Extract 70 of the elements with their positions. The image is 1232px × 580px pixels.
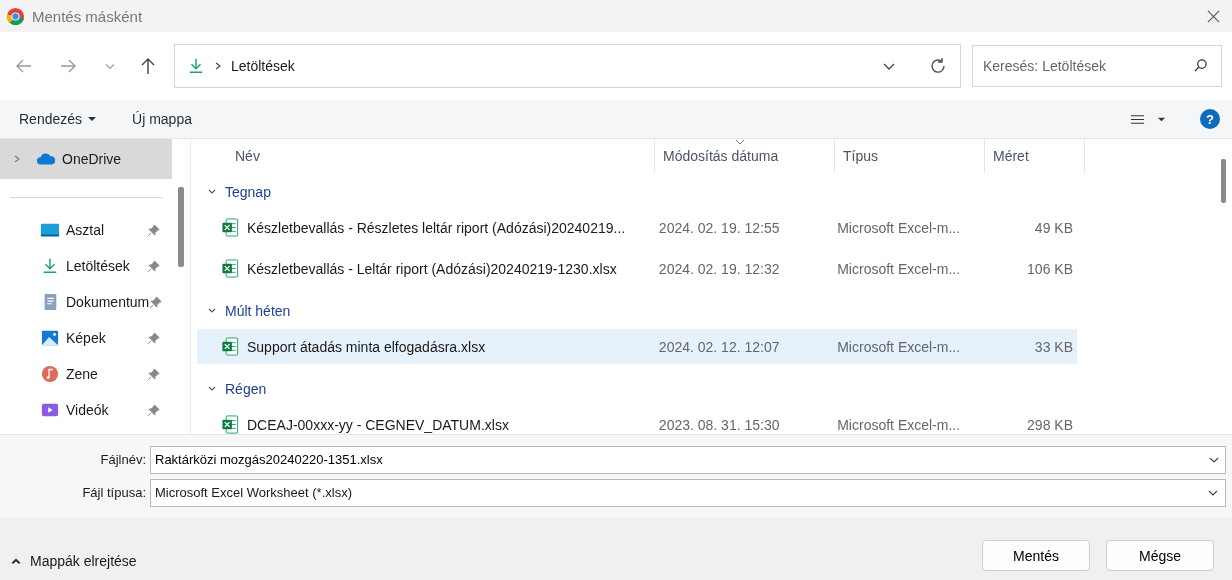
address-bar[interactable]: Letöltések <box>174 44 961 88</box>
window-title: Mentés másként <box>32 7 143 25</box>
pin-icon[interactable] <box>147 403 160 417</box>
field-label: Fájlnév: <box>99 452 147 467</box>
column-header[interactable]: Típus <box>843 148 878 164</box>
spreadsheet-file-icon <box>221 259 239 278</box>
scrollbar-thumb[interactable] <box>1221 159 1226 203</box>
column-header[interactable]: Módosítás dátuma <box>663 148 779 164</box>
modified-date: 2024. 02. 19. 12:32 <box>658 260 780 277</box>
file-size: 106 KB <box>1027 260 1073 277</box>
column-header[interactable]: Méret <box>993 148 1029 164</box>
sidebar-item[interactable]: OneDrive <box>0 139 172 179</box>
hide-folders-link[interactable]: Mappák elrejtése <box>10 552 137 569</box>
file-name: DCEAJ-00xxx-yy - CEGNEV_DATUM.xlsx <box>247 416 509 433</box>
file-name: Készletbevallás - Leltár riport (Adózási)20240219-1230.xlsx <box>247 260 617 277</box>
file-name: Készletbevallás - Részletes leltár riport (Adózási)20240219... <box>247 219 626 236</box>
modified-date: 2024. 02. 12. 12:07 <box>658 338 780 355</box>
file-size: 49 KB <box>1034 219 1073 236</box>
pin-icon[interactable] <box>147 367 160 381</box>
close-icon[interactable] <box>1207 9 1220 23</box>
file-name: Support átadás minta elfogadásra.xlsx <box>247 338 486 355</box>
pin-icon[interactable] <box>147 331 160 345</box>
sidebar-item[interactable]: Dokumentum <box>0 284 172 320</box>
search-field[interactable]: Keresés: Letöltések <box>972 45 1222 87</box>
organize-button[interactable]: Rendezés <box>8 107 108 131</box>
file-size: 33 KB <box>1034 338 1073 355</box>
file-type: Microsoft Excel-m... <box>837 416 961 433</box>
video-icon <box>40 401 60 419</box>
field-label: Fájl típusa: <box>81 485 147 500</box>
modified-date: 2024. 02. 19. 12:55 <box>658 219 780 236</box>
spreadsheet-file-icon <box>221 218 239 237</box>
refresh-icon[interactable] <box>928 56 948 76</box>
sidebar-item[interactable]: Zene <box>0 356 172 392</box>
file-row[interactable]: Készletbevallás - Leltár riport (Adózási)20240219-1230.xlsx 2024. 02. 19. 12:32 Microsoft Excel-m... 106 KB <box>197 251 1077 286</box>
group-header[interactable]: Régen <box>197 370 267 407</box>
sidebar-item[interactable]: Videók <box>0 392 172 428</box>
file-row[interactable]: DCEAJ-00xxx-yy - CEGNEV_DATUM.xlsx 2023. 08. 31. 15:30 Microsoft Excel-m... 298 KB <box>197 407 1077 442</box>
scrollbar-thumb[interactable] <box>178 187 184 267</box>
group-header[interactable]: Múlt héten <box>197 292 291 329</box>
file-row[interactable]: Készletbevallás - Részletes leltár riport (Adózási)20240219... 2024. 02. 19. 12:55 Microsoft Excel-m... 49 KB <box>197 210 1077 245</box>
sidebar-item[interactable]: Asztal <box>0 212 172 248</box>
save-button[interactable]: Mentés <box>982 540 1090 571</box>
file-type: Microsoft Excel-m... <box>837 219 961 236</box>
modified-date: 2023. 08. 31. 15:30 <box>658 416 780 433</box>
file-row[interactable]: Support átadás minta elfogadásra.xlsx 2024. 02. 12. 12:07 Microsoft Excel-m... 33 KB <box>197 329 1077 364</box>
search-icon <box>1193 58 1208 73</box>
desktop-icon <box>40 221 60 239</box>
music-note-icon <box>40 365 60 383</box>
file-type-dropdown[interactable]: Microsoft Excel Worksheet (*.xlsx) <box>150 478 1226 507</box>
sidebar-item[interactable]: Letöltések <box>0 248 172 284</box>
group-header[interactable]: Tegnap <box>197 173 271 210</box>
browser-logo-icon <box>6 6 25 26</box>
spreadsheet-file-icon <box>221 337 239 356</box>
sidebar-item[interactable]: Képek <box>0 320 172 356</box>
new-folder-button[interactable]: Új mappa <box>121 107 203 131</box>
file-size: 298 KB <box>1027 416 1073 433</box>
picture-icon <box>40 329 60 347</box>
cancel-button[interactable]: Mégse <box>1106 540 1214 571</box>
column-header[interactable]: Név <box>235 148 260 164</box>
file-type: Microsoft Excel-m... <box>837 338 961 355</box>
chevron-icon <box>213 61 223 71</box>
help-button[interactable]: ? <box>1200 109 1220 129</box>
pin-icon[interactable] <box>147 223 160 237</box>
path-segment[interactable]: Letöltések <box>231 58 295 74</box>
pin-icon[interactable] <box>149 295 163 309</box>
expand-chevron-icon[interactable] <box>12 154 22 164</box>
pin-icon[interactable] <box>147 259 160 273</box>
file-name-field[interactable]: Raktárközi mozgás20240220-1351.xlsx <box>150 445 1226 474</box>
file-type: Microsoft Excel-m... <box>837 260 961 277</box>
download-icon <box>187 57 205 75</box>
